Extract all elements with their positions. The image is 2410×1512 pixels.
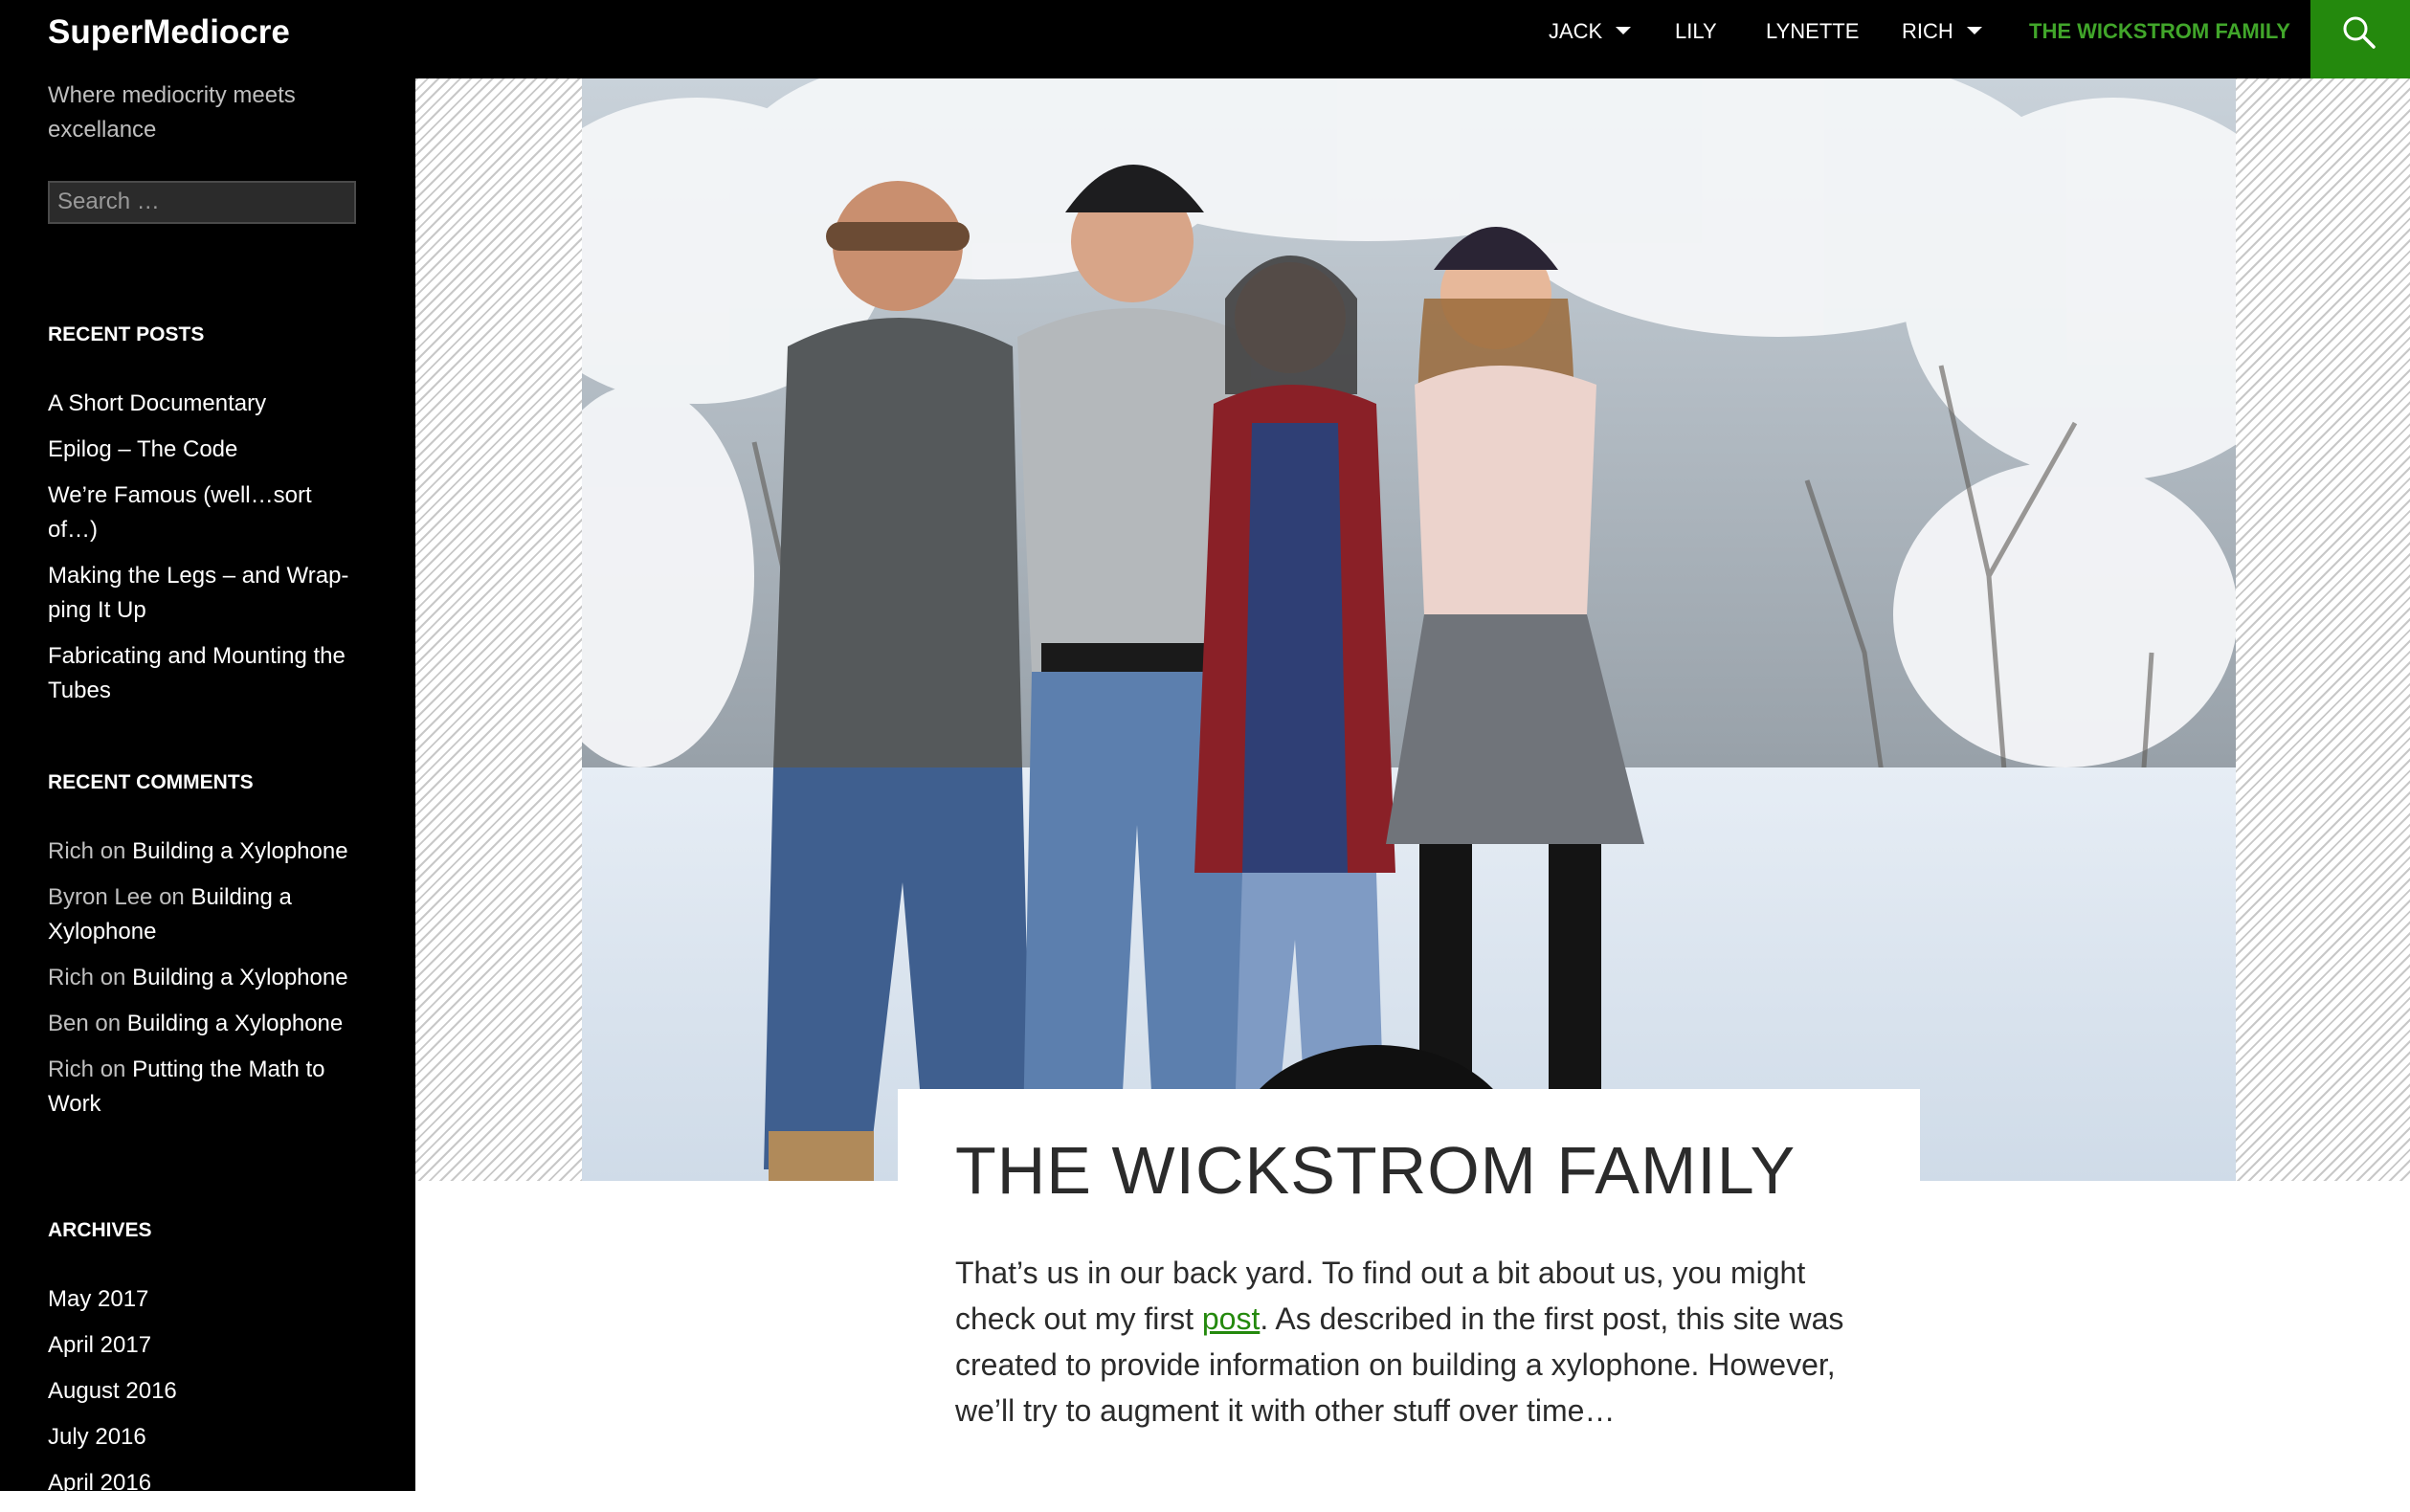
- archives-title: ARCHIVES: [48, 1219, 152, 1241]
- recent-posts-list: A Short Documentary Epilog – The Code We…: [48, 387, 364, 720]
- recent-posts-title: RECENT POSTS: [48, 323, 205, 345]
- chevron-down-icon: [1616, 27, 1632, 35]
- comment-on-label: on: [100, 838, 126, 864]
- comment-item: Rich on Building a Xylophone: [48, 961, 364, 995]
- search-icon: [2343, 16, 2376, 49]
- recent-post-link[interactable]: We’re Famous (well…sort of…): [48, 478, 364, 547]
- comment-post-link[interactable]: Building a Xylophone: [132, 838, 348, 864]
- comment-author: Rich: [48, 838, 95, 864]
- recent-post-link[interactable]: Epilog – The Code: [48, 433, 364, 467]
- nav-item-label: LILY: [1675, 19, 1717, 43]
- comment-author: Byron Lee: [48, 884, 153, 910]
- first-post-link[interactable]: post: [1202, 1301, 1260, 1336]
- site-title[interactable]: SuperMediocre: [48, 10, 290, 56]
- entry-title: THE WICKSTROM FAMILY: [955, 1133, 1796, 1208]
- entry-content: That’s us in our back yard. To find out …: [955, 1250, 1874, 1434]
- recent-post-link[interactable]: A Short Documentary: [48, 387, 364, 421]
- recent-post-link[interactable]: Fabricating and Mounting the Tubes: [48, 639, 364, 708]
- comment-post-link[interactable]: Building a Xylophone: [127, 1011, 344, 1036]
- recent-comments-title: RECENT COMMENTS: [48, 771, 254, 793]
- nav-item-lynette[interactable]: LYNETTE: [1766, 0, 1859, 78]
- search-toggle-button[interactable]: [2310, 0, 2410, 78]
- search-input[interactable]: Search …: [48, 181, 356, 224]
- chevron-down-icon: [1966, 27, 1982, 35]
- nav-item-rich[interactable]: RICH: [1902, 0, 1982, 78]
- comment-post-link[interactable]: Building a Xylophone: [132, 965, 348, 990]
- archive-link[interactable]: August 2016: [48, 1374, 364, 1409]
- archive-link[interactable]: April 2016: [48, 1466, 364, 1501]
- nav-item-label: JACK: [1549, 19, 1603, 43]
- comment-author: Rich: [48, 1056, 95, 1082]
- featured-family-photo: [582, 78, 2236, 1181]
- nav-item-label: RICH: [1902, 19, 1953, 43]
- nav-item-lily[interactable]: LILY: [1675, 0, 1717, 78]
- comment-on-label: on: [159, 884, 185, 910]
- archive-link[interactable]: July 2016: [48, 1420, 364, 1455]
- nav-item-jack[interactable]: JACK: [1549, 0, 1632, 78]
- comment-item: Rich on Building a Xylophone: [48, 834, 364, 869]
- top-navigation: JACK LILY LYNETTE RICH THE WICKSTROM FAM…: [415, 0, 2410, 78]
- site-tagline: Where mediocrity meets excellance: [48, 82, 296, 143]
- nav-item-the-wickstrom-family[interactable]: THE WICKSTROM FAMILY: [2029, 0, 2290, 78]
- recent-comments-list: Rich on Building a Xylophone Byron Lee o…: [48, 834, 364, 1133]
- comment-author: Rich: [48, 965, 95, 990]
- nav-item-label: THE WICKSTROM FAMILY: [2029, 19, 2290, 43]
- comment-on-label: on: [95, 1011, 122, 1036]
- comment-item: Byron Lee on Building a Xylophone: [48, 880, 364, 949]
- sidebar: SuperMediocre Where mediocrity meets exc…: [0, 0, 415, 1496]
- archive-link[interactable]: April 2017: [48, 1328, 364, 1363]
- archives-list: May 2017 April 2017 August 2016 July 201…: [48, 1282, 364, 1512]
- comment-author: Ben: [48, 1011, 89, 1036]
- archive-link[interactable]: May 2017: [48, 1282, 364, 1317]
- comment-on-label: on: [100, 965, 126, 990]
- recent-post-link[interactable]: Making the Legs – and Wrap­ping It Up: [48, 559, 364, 628]
- comment-on-label: on: [100, 1056, 126, 1082]
- comment-item: Ben on Building a Xylophone: [48, 1007, 364, 1041]
- comment-item: Rich on Putting the Math to Work: [48, 1053, 364, 1122]
- nav-item-label: LYNETTE: [1766, 19, 1860, 43]
